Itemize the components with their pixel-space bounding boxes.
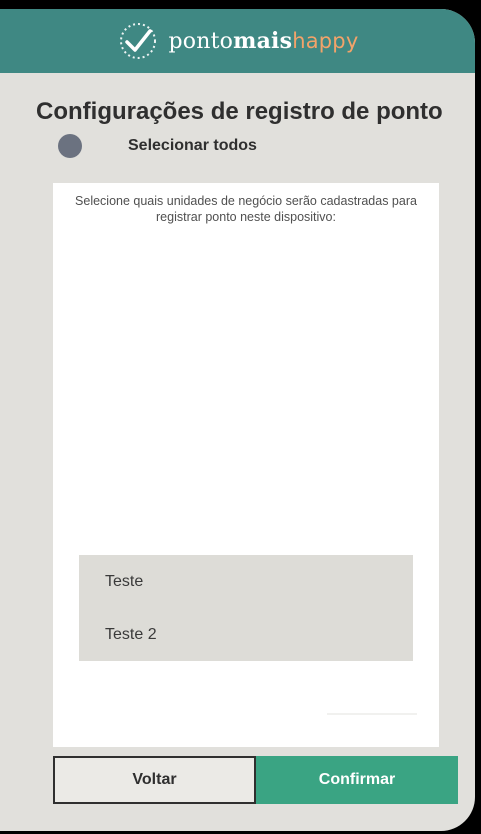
select-all-option[interactable]: Selecionar todos [58, 131, 475, 161]
app-header: pontomaishappy [0, 9, 475, 73]
page-title: Configurações de registro de ponto [36, 98, 443, 125]
brand-part-1: ponto [168, 29, 234, 54]
brand-logo: pontomaishappy [117, 20, 359, 62]
back-button[interactable]: Voltar [53, 756, 256, 804]
select-all-radio[interactable] [58, 134, 82, 158]
action-bar: Voltar Confirmar [53, 756, 458, 804]
confirm-button[interactable]: Confirmar [256, 756, 458, 804]
select-all-label: Selecionar todos [128, 137, 257, 154]
brand-wordmark: pontomaishappy [169, 28, 359, 54]
business-unit-item[interactable]: Teste 2 [79, 608, 413, 661]
business-units-panel: Selecione quais unidades de negócio serã… [53, 183, 439, 747]
brand-part-2: mais [233, 28, 293, 54]
business-unit-item[interactable]: Teste [79, 555, 413, 608]
device-screen: pontomaishappy Configurações de registro… [0, 9, 475, 831]
panel-instructions: Selecione quais unidades de negócio serã… [75, 194, 417, 224]
checkmark-circle-icon [119, 23, 156, 59]
list-scroll-indicator [327, 713, 417, 715]
brand-part-3: happy [292, 29, 359, 53]
business-unit-list: Teste Teste 2 [79, 555, 413, 661]
